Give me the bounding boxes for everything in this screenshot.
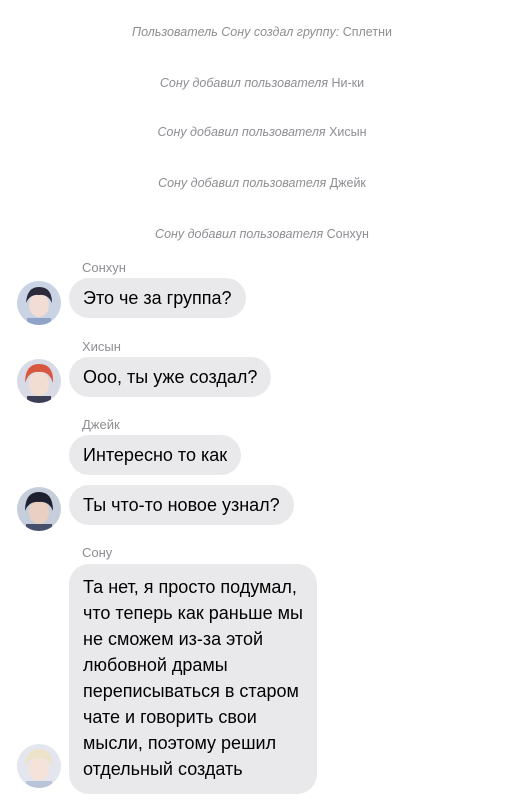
message-line: Та нет, я просто подумал, bbox=[83, 577, 297, 597]
message-line: мысли, поэтому решил bbox=[83, 733, 277, 753]
avatar-photo bbox=[17, 281, 61, 325]
message-bubble[interactable]: Ты что-то новое узнал? bbox=[69, 485, 294, 525]
sender-name: Сону bbox=[82, 545, 113, 560]
message-line: чате и говорить свои bbox=[83, 707, 257, 727]
sender-name: Хисын bbox=[82, 339, 121, 354]
avatar[interactable] bbox=[17, 359, 61, 403]
message-text: Ты что-то новое узнал? bbox=[83, 495, 280, 515]
message-line: отдельный создать bbox=[83, 759, 243, 779]
sender-name: Джейк bbox=[82, 417, 120, 432]
avatar[interactable] bbox=[17, 281, 61, 325]
message-bubble[interactable]: Это че за группа? bbox=[69, 278, 246, 318]
message-text: Ооо, ты уже создал? bbox=[83, 367, 258, 387]
message-text: Интересно то как bbox=[83, 445, 228, 465]
message-text: Это че за группа? bbox=[83, 288, 232, 308]
message-bubble[interactable]: Интересно то как bbox=[69, 435, 242, 475]
avatar-photo bbox=[17, 359, 61, 403]
avatar[interactable] bbox=[17, 744, 61, 788]
system-message-added-heeseung: Сону добавил пользователя Хисын bbox=[157, 125, 367, 139]
system-message-added-niki: Сону добавил пользователя Ни-ки bbox=[159, 76, 365, 90]
message-bubble[interactable]: Та нет, я просто подумал, что теперь как… bbox=[69, 564, 317, 794]
avatar-photo bbox=[17, 487, 61, 531]
avatar[interactable] bbox=[17, 487, 61, 531]
message-line: любовной драмы bbox=[83, 655, 228, 675]
system-message-group-created: Пользователь Сону создал группу: Сплетни bbox=[132, 25, 392, 39]
message-line: что теперь как раньше мы bbox=[83, 603, 303, 623]
sender-name: Сонхун bbox=[82, 260, 126, 275]
message-line: не сможем из-за этой bbox=[83, 629, 264, 649]
message-bubble[interactable]: Ооо, ты уже создал? bbox=[69, 357, 272, 397]
avatar-photo bbox=[17, 744, 61, 788]
message-line: переписываться в старом bbox=[83, 681, 299, 701]
system-message-added-sunghoon: Сону добавил пользователя Сонхун bbox=[155, 227, 369, 241]
system-message-added-jake: Сону добавил пользователя Джейк bbox=[158, 176, 366, 190]
